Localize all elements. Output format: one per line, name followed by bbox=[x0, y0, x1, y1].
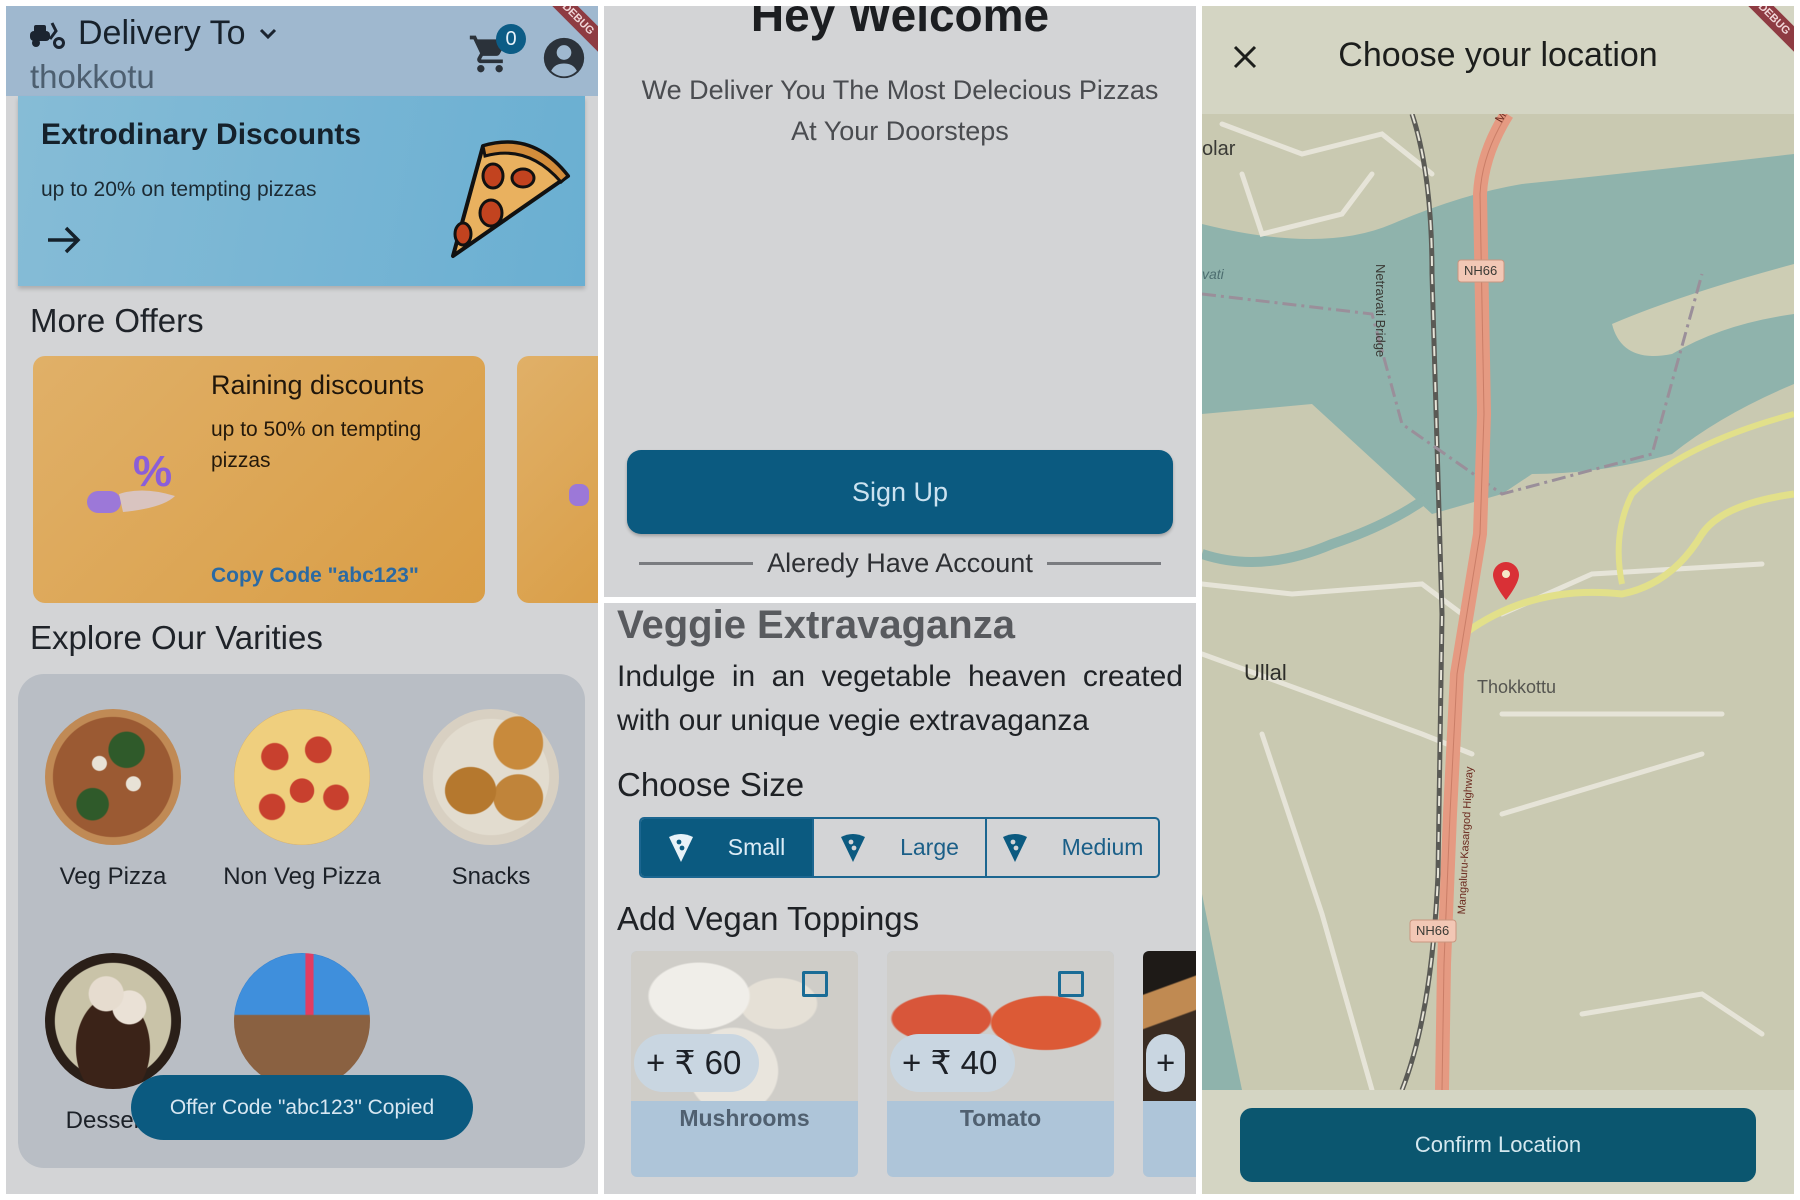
pizza-description: Indulge in an vegetable heaven created w… bbox=[617, 660, 1183, 737]
snacks-image bbox=[423, 709, 559, 845]
map-label-nh66: NH66 bbox=[1464, 263, 1498, 278]
welcome-subtitle-line2: At Your Doorsteps bbox=[791, 116, 1009, 146]
variety-veg-pizza[interactable]: Veg Pizza bbox=[23, 709, 203, 891]
copied-snackbar: Offer Code "abc123" Copied bbox=[131, 1075, 473, 1140]
discount-hand-icon: % bbox=[87, 447, 175, 513]
size-label: Small bbox=[727, 834, 786, 860]
variety-label: Non Veg Pizza bbox=[223, 863, 381, 890]
account-icon[interactable] bbox=[542, 36, 586, 80]
svg-text:%: % bbox=[133, 447, 172, 496]
size-option-small[interactable]: Small bbox=[641, 819, 814, 876]
location-marker-icon[interactable] bbox=[1493, 562, 1519, 600]
banner-title: Extrodinary Discounts bbox=[41, 118, 362, 151]
map-view[interactable]: olar vati Netravati Bridge NH66 NH66 Man… bbox=[1202, 114, 1794, 1090]
topping-checkbox[interactable] bbox=[802, 971, 828, 997]
sign-up-button[interactable]: Sign Up bbox=[627, 450, 1173, 534]
map-label-thokkottu: Thokkottu bbox=[1477, 677, 1557, 697]
non-veg-pizza-image bbox=[234, 709, 370, 845]
pizza-slice-icon bbox=[668, 833, 693, 862]
welcome-subtitle: We Deliver You The Most Delecious Pizzas… bbox=[604, 70, 1196, 152]
delivery-selector[interactable]: Delivery To bbox=[30, 14, 278, 53]
size-toggle: Small Large Medium bbox=[639, 817, 1160, 878]
choose-size-title: Choose Size bbox=[617, 766, 805, 803]
pizza-slice-icon bbox=[841, 833, 866, 862]
topping-card-mushrooms[interactable]: + ₹ 60 Mushrooms bbox=[631, 951, 858, 1177]
confirm-location-button[interactable]: Confirm Location bbox=[1240, 1108, 1756, 1182]
welcome-title: Hey Welcome bbox=[750, 6, 1050, 41]
veg-pizza-image bbox=[45, 709, 181, 845]
app-bar: Delivery To thokkotu 0 DEBUG bbox=[6, 6, 598, 96]
map-label-bridge: Netravati Bridge bbox=[1373, 264, 1388, 358]
map-label-nh66: NH66 bbox=[1416, 923, 1450, 938]
more-offers-title: More Offers bbox=[30, 302, 204, 339]
welcome-subtitle-line1: We Deliver You The Most Delecious Pizzas bbox=[641, 75, 1159, 105]
offer-title: Raining discounts bbox=[211, 370, 425, 400]
offer-card-next[interactable] bbox=[517, 356, 598, 603]
map-label-river: vati bbox=[1202, 266, 1224, 282]
variety-snacks[interactable]: Snacks bbox=[401, 709, 581, 891]
map-tiles bbox=[1202, 114, 1794, 1090]
offer-card[interactable]: % Raining discounts up to 50% on temptin… bbox=[33, 356, 485, 603]
variety-label: Veg Pizza bbox=[59, 863, 167, 890]
desserts-image bbox=[45, 953, 181, 1089]
divider-left bbox=[639, 562, 754, 565]
already-have-account-row[interactable]: Aleredy Have Account bbox=[639, 548, 1161, 579]
copy-code-link[interactable]: Copy Code "abc123" bbox=[211, 564, 419, 588]
arrow-right-icon[interactable] bbox=[44, 220, 84, 260]
map-label-ullal: Ullal bbox=[1244, 660, 1287, 685]
divider-right bbox=[1046, 562, 1161, 565]
variety-non-veg-pizza[interactable]: Non Veg Pizza bbox=[212, 709, 392, 891]
location-title: Choose your location bbox=[1338, 36, 1658, 74]
size-label: Medium bbox=[1061, 834, 1144, 860]
topping-name: Tomato bbox=[959, 1105, 1042, 1131]
welcome-screen: Hey Welcome We Deliver You The Most Dele… bbox=[604, 6, 1196, 597]
size-label: Large bbox=[900, 834, 959, 860]
home-screen: Delivery To thokkotu 0 DEBUG Extrodinary… bbox=[6, 6, 598, 1194]
offer-subtitle: up to 50% on tempting pizzas bbox=[211, 418, 422, 472]
drinks-image bbox=[234, 953, 370, 1089]
discount-banner[interactable]: Extrodinary Discounts up to 20% on tempt… bbox=[18, 96, 585, 286]
location-footer: Confirm Location bbox=[1202, 1090, 1794, 1194]
cart-count-badge: 0 bbox=[496, 24, 526, 54]
pizza-slice-icon bbox=[1002, 833, 1027, 862]
location-app-bar: Choose your location DEBUG bbox=[1202, 6, 1794, 114]
topping-price: + bbox=[1146, 1034, 1186, 1092]
banner-subtitle: up to 20% on tempting pizzas bbox=[41, 178, 317, 201]
already-have-account-link[interactable]: Aleredy Have Account bbox=[767, 548, 1033, 579]
delivery-title: Delivery To bbox=[78, 14, 246, 52]
toppings-title: Add Vegan Toppings bbox=[617, 900, 920, 937]
topping-checkbox[interactable] bbox=[1058, 971, 1084, 997]
delivery-scooter-icon bbox=[30, 21, 65, 49]
topping-card-tomato[interactable]: + ₹ 40 Tomato bbox=[887, 951, 1114, 1177]
pizza-detail-screen: Veggie Extravaganza Indulge in an vegeta… bbox=[604, 603, 1196, 1194]
pizza-slice-illustration bbox=[451, 140, 571, 258]
pizza-title: Veggie Extravaganza bbox=[617, 603, 1015, 647]
topping-price: + ₹ 60 bbox=[634, 1034, 760, 1092]
map-label-place: olar bbox=[1202, 138, 1236, 160]
size-option-medium[interactable]: Medium bbox=[987, 819, 1158, 876]
size-option-large[interactable]: Large bbox=[814, 819, 987, 876]
varieties-title: Explore Our Varities bbox=[30, 619, 323, 656]
chevron-down-icon bbox=[259, 28, 276, 39]
topping-price: + ₹ 40 bbox=[890, 1034, 1016, 1092]
topping-card-partial[interactable]: + bbox=[1143, 951, 1196, 1177]
variety-label: Snacks bbox=[451, 863, 531, 890]
choose-location-screen: Choose your location DEBUG olar vati Net… bbox=[1202, 6, 1794, 1194]
discount-hand-icon bbox=[569, 484, 589, 506]
delivery-location[interactable]: thokkotu bbox=[30, 58, 155, 96]
topping-name: Mushrooms bbox=[679, 1105, 810, 1131]
